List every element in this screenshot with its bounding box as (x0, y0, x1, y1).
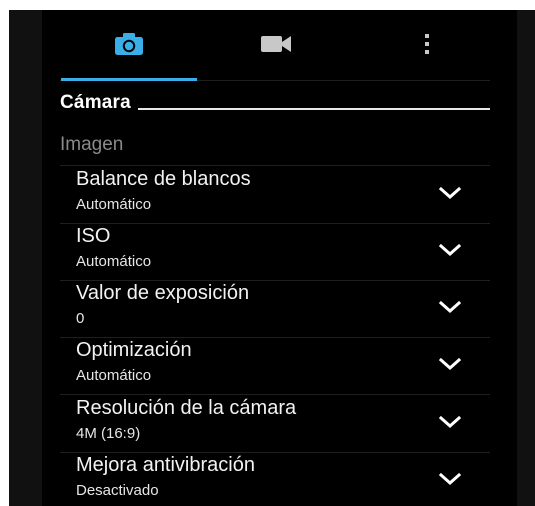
setting-value: Automático (76, 253, 152, 270)
settings-tab-bar (42, 10, 517, 82)
chevron-down-icon[interactable] (437, 296, 463, 318)
video-camera-icon (260, 34, 292, 59)
setting-value: Automático (76, 196, 152, 213)
chevron-down-icon[interactable] (437, 411, 463, 433)
chevron-down-icon[interactable] (437, 468, 463, 490)
setting-label: Valor de exposición (76, 282, 250, 304)
setting-label: ISO (76, 225, 111, 247)
setting-anti-shake[interactable]: Mejora antivibración Desactivado (60, 453, 490, 506)
tab-camera[interactable] (60, 10, 197, 82)
more-vert-icon (424, 33, 430, 60)
chevron-down-icon[interactable] (437, 353, 463, 375)
chevron-down-icon[interactable] (437, 182, 463, 204)
setting-white-balance[interactable]: Balance de blancos Automático (60, 167, 490, 224)
setting-value: Automático (76, 367, 152, 384)
setting-value: Desactivado (76, 482, 159, 499)
setting-label: Resolución de la cámara (76, 397, 297, 419)
setting-iso[interactable]: ISO Automático (60, 224, 490, 281)
setting-value: 0 (76, 310, 85, 327)
setting-exposure-value[interactable]: Valor de exposición 0 (60, 281, 490, 338)
category-header: Imagen (60, 134, 124, 155)
camera-icon (114, 32, 144, 61)
setting-label: Mejora antivibración (76, 454, 255, 476)
section-title-underline (138, 108, 490, 110)
tab-video[interactable] (207, 10, 344, 82)
settings-screen: Cámara Imagen Balance de blancos Automát… (9, 10, 535, 506)
tab-more-options[interactable] (402, 10, 452, 82)
setting-camera-resolution[interactable]: Resolución de la cámara 4M (16:9) (60, 396, 490, 453)
chevron-down-icon[interactable] (437, 239, 463, 261)
divider (60, 165, 490, 166)
setting-label: Balance de blancos (76, 168, 251, 190)
setting-label: Optimización (76, 339, 192, 361)
camera-settings-panel: Cámara Imagen Balance de blancos Automát… (42, 10, 517, 506)
setting-optimization[interactable]: Optimización Automático (60, 338, 490, 395)
section-title: Cámara (60, 92, 131, 113)
selected-tab-indicator (61, 78, 197, 81)
setting-value: 4M (16:9) (76, 425, 141, 442)
divider (60, 394, 490, 395)
